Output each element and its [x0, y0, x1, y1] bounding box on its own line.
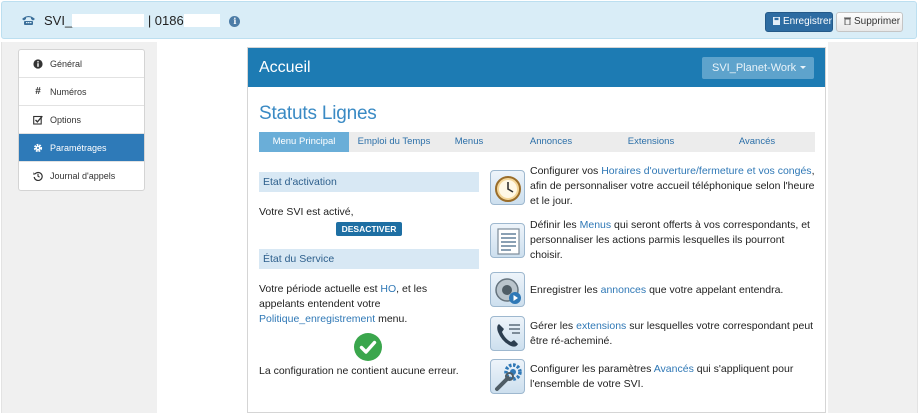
title-prefix: SVI_ — [44, 13, 73, 28]
tab-emploi-du-temps[interactable]: Emploi du Temps — [349, 132, 439, 152]
card-header: Accueil SVI_Planet-Work — [248, 48, 825, 87]
delete-button[interactable]: Supprimer — [836, 12, 903, 32]
activation-status: Votre SVI est activé, — [259, 206, 354, 218]
feature-text: que votre appelant entendra. — [646, 284, 784, 296]
policy-link[interactable]: Politique_enregistrement — [259, 313, 375, 325]
history-icon — [33, 171, 43, 181]
tab-extensions[interactable]: Extensions — [603, 132, 699, 152]
feature-text: Gérer les — [530, 320, 577, 332]
tab-avances[interactable]: Avancés — [699, 132, 815, 152]
feature-avances: Configurer les paramètres Avancés qui s'… — [530, 362, 815, 392]
clock-icon[interactable] — [490, 170, 525, 205]
tab-bar: Menu Principal Emploi du Temps Menus Ann… — [259, 132, 815, 152]
horaires-link[interactable]: Horaires d'ouverture/fermeture et vos co… — [601, 165, 811, 177]
service-text: , et les — [396, 283, 428, 295]
top-header-bar: SVI_ | 0186 i Enregistrer Supprimer — [1, 1, 917, 39]
section-heading: Statuts Lignes — [259, 103, 377, 124]
wrench-gear-icon[interactable] — [490, 359, 525, 394]
floppy-icon — [773, 17, 780, 25]
feature-annonces: Enregistrer les annonces que votre appel… — [530, 283, 815, 298]
sidebar-item-label: Numéros — [50, 86, 87, 97]
avances-link[interactable]: Avancés — [654, 363, 694, 375]
sidebar-item-label: Paramétrages — [50, 142, 107, 153]
sidebar-item-label: Options — [50, 114, 82, 125]
service-text: appelants entendent votre — [259, 298, 381, 310]
phone-icon — [22, 16, 35, 25]
service-text: menu. — [375, 313, 408, 325]
info-circle-icon — [33, 58, 43, 69]
check-circle-icon — [354, 333, 382, 361]
sidebar-item-numeros[interactable]: # Numéros — [19, 78, 144, 106]
tab-annonces[interactable]: Annonces — [499, 132, 603, 152]
feature-extensions: Gérer les extensions sur lesquelles votr… — [530, 319, 815, 349]
annonces-link[interactable]: annonces — [601, 284, 647, 296]
caret-down-icon — [800, 66, 807, 69]
dropdown-value: SVI_Planet-Work — [712, 62, 797, 74]
service-text: Votre période actuelle est — [259, 283, 381, 295]
feature-text: Enregistrer les — [530, 284, 601, 296]
sidebar-item-label: Journal d'appels — [50, 171, 116, 181]
feature-text: Définir les — [530, 219, 580, 231]
title-number: | 0186 — [147, 13, 184, 28]
feature-text: Configurer les paramètres — [530, 363, 654, 375]
trash-icon — [844, 17, 851, 25]
save-label: Enregistrer — [783, 16, 832, 27]
deactivate-button[interactable]: DESACTIVER — [336, 222, 402, 236]
sidebar-item-label: Général — [50, 58, 83, 69]
right-panel — [828, 42, 918, 413]
redacted-number — [183, 14, 220, 28]
period-link[interactable]: HO — [380, 283, 396, 295]
config-status: La configuration ne contient aucune erre… — [259, 365, 459, 377]
service-description: Votre période actuelle est HO, et les ap… — [259, 282, 479, 327]
info-icon[interactable]: i — [229, 16, 241, 28]
feature-text: Configurer vos — [530, 165, 602, 177]
sidebar-item-options[interactable]: Options — [19, 106, 144, 134]
phone-directory-icon[interactable] — [490, 316, 525, 351]
feature-menus: Définir les Menus qui seront offerts à v… — [530, 218, 815, 263]
extensions-link[interactable]: extensions — [576, 320, 626, 332]
tab-menus[interactable]: Menus — [439, 132, 499, 152]
menu-list-icon[interactable] — [490, 223, 525, 258]
tab-menu-principal[interactable]: Menu Principal — [259, 132, 349, 152]
checkbox-icon — [33, 115, 43, 125]
svi-selector-dropdown[interactable]: SVI_Planet-Work — [702, 57, 814, 79]
gear-icon — [33, 143, 43, 153]
delete-label: Supprimer — [854, 16, 901, 27]
card-title: Accueil — [259, 59, 311, 76]
menus-link[interactable]: Menus — [580, 219, 612, 231]
sidebar-item-parametrages[interactable]: Paramétrages — [19, 134, 144, 162]
save-button[interactable]: Enregistrer — [765, 12, 833, 32]
feature-horaires: Configurer vos Horaires d'ouverture/ferm… — [530, 164, 815, 209]
main-card: Accueil SVI_Planet-Work Statuts Lignes M… — [247, 47, 826, 413]
service-title: État du Service — [259, 249, 479, 269]
activation-title: Etat d'activation — [259, 172, 479, 192]
sidebar-item-general[interactable]: Général — [19, 50, 144, 78]
redacted-name — [72, 14, 145, 28]
sidebar-menu: Général # Numéros Options Paramétrages J… — [18, 49, 145, 191]
audio-icon[interactable] — [490, 272, 525, 307]
hash-icon: # — [35, 86, 41, 97]
sidebar-item-journal[interactable]: Journal d'appels — [19, 162, 144, 190]
page-title: SVI_ | 0186 i — [44, 13, 241, 28]
